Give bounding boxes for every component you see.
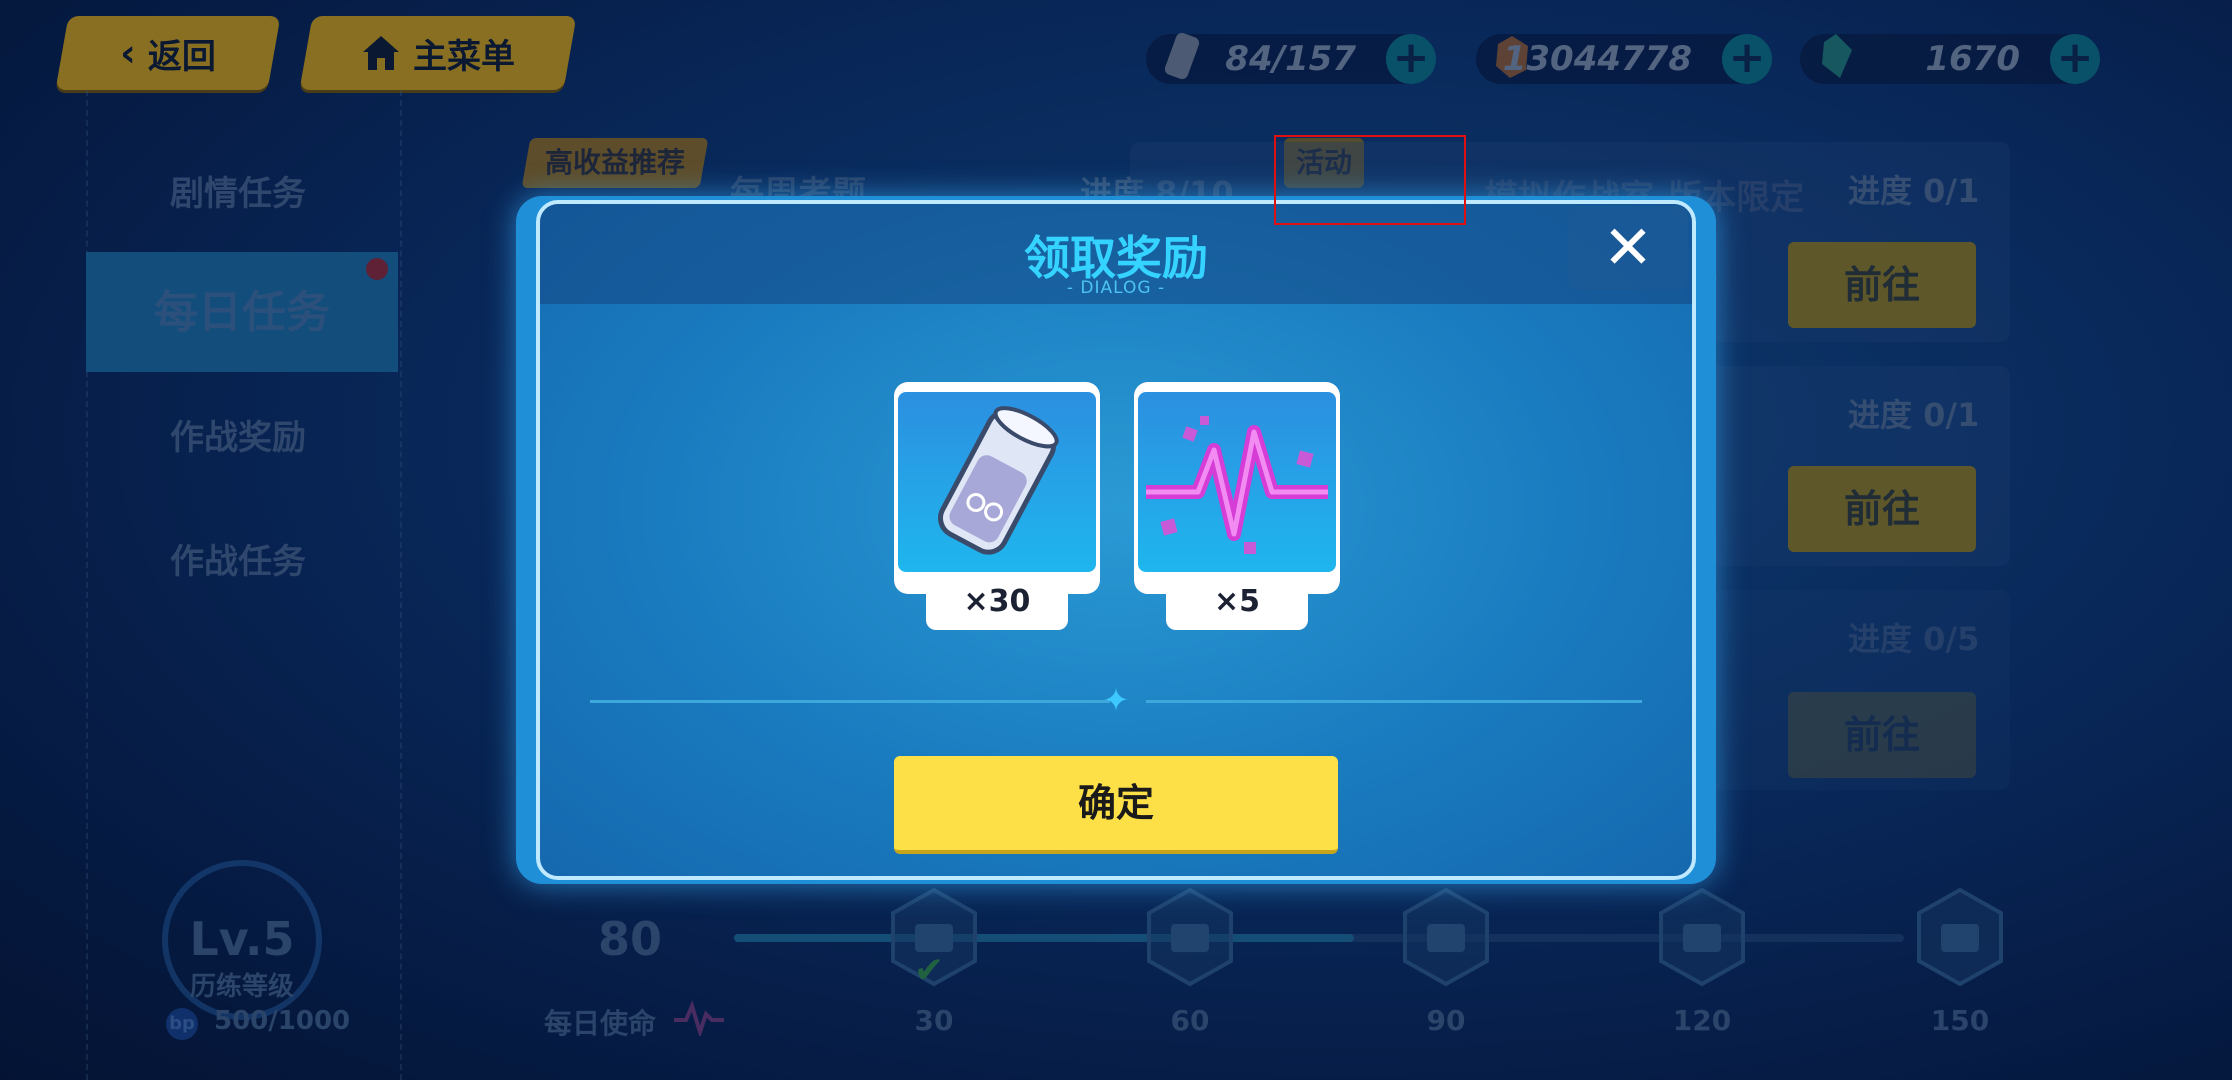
divider-left bbox=[590, 700, 1110, 703]
close-icon: ✕ bbox=[1602, 213, 1654, 283]
sparkle-icon: ✦ bbox=[1102, 681, 1130, 719]
reward-count: ×30 bbox=[926, 578, 1068, 630]
reward-item-activity[interactable]: ×5 bbox=[1134, 382, 1340, 632]
highlight-box bbox=[1274, 135, 1466, 225]
confirm-button[interactable]: 确定 bbox=[894, 756, 1338, 854]
reward-art bbox=[898, 392, 1096, 572]
reward-count: ×5 bbox=[1166, 578, 1308, 630]
dialog-subtitle: - DIALOG - bbox=[1066, 278, 1166, 298]
close-button[interactable]: ✕ bbox=[1568, 206, 1688, 290]
reward-art bbox=[1138, 392, 1336, 572]
stamina-can-icon bbox=[938, 406, 1059, 555]
reward-item-stamina[interactable]: ×30 bbox=[894, 382, 1100, 632]
divider-right bbox=[1146, 700, 1642, 703]
activity-pulse-icon bbox=[1146, 416, 1328, 554]
